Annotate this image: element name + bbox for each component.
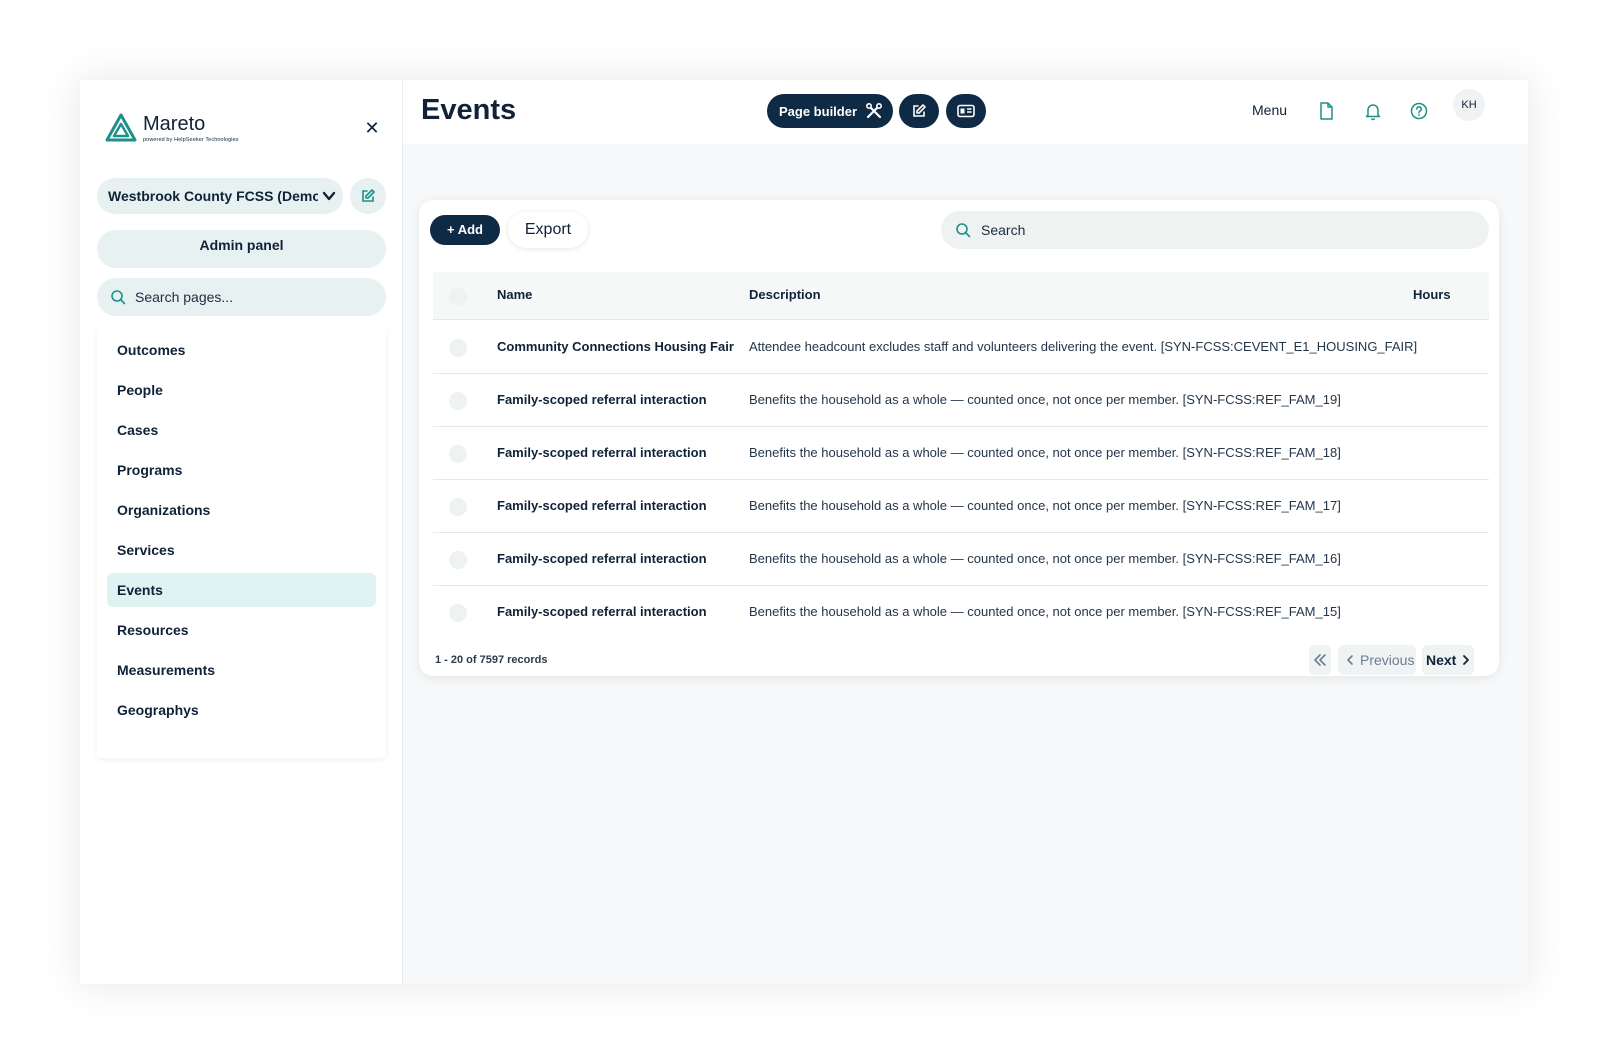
main-content: Events Page builder Menu KH + Add Export…	[403, 80, 1528, 984]
search-icon	[956, 223, 971, 238]
column-header-name[interactable]: Name	[497, 287, 532, 302]
previous-label: Previous	[1360, 652, 1415, 668]
chevron-down-icon	[322, 191, 336, 201]
page-title: Events	[421, 94, 517, 126]
row-checkbox[interactable]	[449, 498, 467, 516]
sidebar-item-outcomes[interactable]: Outcomes	[107, 333, 376, 367]
tools-icon	[865, 102, 883, 119]
table-row[interactable]: Family-scoped referral interaction Benef…	[433, 480, 1489, 533]
chevrons-left-icon	[1314, 654, 1326, 666]
next-label: Next	[1426, 652, 1457, 668]
table-row[interactable]: Family-scoped referral interaction Benef…	[433, 427, 1489, 480]
organization-select[interactable]: Westbrook County FCSS (Demor	[97, 178, 343, 214]
edit-icon	[913, 104, 926, 117]
edit-icon	[362, 189, 375, 202]
next-page-button[interactable]: Next	[1422, 645, 1474, 675]
brand[interactable]: Mareto powered by HelpSeeker Technologie…	[104, 112, 239, 144]
sidebar-item-resources[interactable]: Resources	[107, 613, 376, 647]
export-button[interactable]: Export	[508, 212, 588, 248]
organization-name: Westbrook County FCSS (Demor	[108, 188, 318, 204]
table-row[interactable]: Family-scoped referral interaction Benef…	[433, 586, 1489, 639]
row-checkbox[interactable]	[449, 445, 467, 463]
edit-page-button[interactable]	[899, 94, 939, 128]
column-header-hours[interactable]: Hours	[1413, 287, 1451, 302]
page-search	[97, 278, 386, 316]
chevron-right-icon	[1463, 655, 1470, 665]
records-count: 1 - 20 of 7597 records	[435, 654, 548, 666]
table-row[interactable]: Family-scoped referral interaction Benef…	[433, 374, 1489, 427]
first-page-button[interactable]	[1309, 645, 1331, 675]
sidebar-nav: Outcomes People Cases Programs Organizat…	[97, 326, 386, 758]
events-table-card: + Add Export Name Description Hours Comm…	[419, 200, 1499, 676]
row-description: Benefits the household as a whole — coun…	[749, 551, 1341, 566]
row-description: Benefits the household as a whole — coun…	[749, 392, 1341, 407]
sidebar-item-geographys[interactable]: Geographys	[107, 693, 376, 727]
admin-panel-button[interactable]: Admin panel	[97, 230, 386, 268]
page-search-input[interactable]	[135, 289, 375, 305]
sidebar-item-services[interactable]: Services	[107, 533, 376, 567]
sidebar-item-people[interactable]: People	[107, 373, 376, 407]
row-checkbox[interactable]	[449, 339, 467, 357]
sidebar-item-cases[interactable]: Cases	[107, 413, 376, 447]
row-description: Benefits the household as a whole — coun…	[749, 445, 1341, 460]
previous-page-button[interactable]: Previous	[1338, 645, 1416, 675]
bell-icon[interactable]	[1363, 101, 1383, 121]
help-icon[interactable]	[1409, 101, 1429, 121]
close-icon: ✕	[364, 118, 380, 138]
row-checkbox[interactable]	[449, 392, 467, 410]
app-window: Mareto powered by HelpSeeker Technologie…	[80, 80, 1528, 984]
row-description: Benefits the household as a whole — coun…	[749, 498, 1341, 513]
column-header-description[interactable]: Description	[749, 287, 821, 302]
row-checkbox[interactable]	[449, 551, 467, 569]
search-icon	[111, 290, 126, 305]
user-avatar[interactable]: KH	[1453, 89, 1485, 121]
page-builder-label: Page builder	[779, 103, 858, 119]
sidebar-item-programs[interactable]: Programs	[107, 453, 376, 487]
brand-tagline: powered by HelpSeeker Technologies	[143, 137, 239, 143]
menu-link[interactable]: Menu	[1252, 102, 1287, 118]
row-name: Community Connections Housing Fair	[497, 339, 734, 354]
mareto-logo-icon	[105, 113, 137, 142]
brand-name: Mareto	[143, 113, 206, 135]
table-row[interactable]: Family-scoped referral interaction Benef…	[433, 533, 1489, 586]
page-builder-button[interactable]: Page builder	[767, 94, 893, 128]
row-description: Benefits the household as a whole — coun…	[749, 604, 1341, 619]
table-header: Name Description Hours	[433, 272, 1489, 320]
table-row[interactable]: Community Connections Housing Fair Atten…	[433, 321, 1489, 374]
table-search-input[interactable]	[981, 222, 1481, 238]
chevron-left-icon	[1347, 655, 1353, 665]
select-all-checkbox[interactable]	[449, 288, 467, 306]
id-card-icon	[957, 104, 975, 118]
row-name: Family-scoped referral interaction	[497, 551, 707, 566]
sidebar-item-organizations[interactable]: Organizations	[107, 493, 376, 527]
row-checkbox[interactable]	[449, 604, 467, 622]
row-name: Family-scoped referral interaction	[497, 392, 707, 407]
document-icon[interactable]	[1316, 101, 1336, 121]
close-sidebar-button[interactable]: ✕	[362, 118, 382, 138]
top-bar: Events Page builder Menu KH	[403, 80, 1528, 144]
row-name: Family-scoped referral interaction	[497, 498, 707, 513]
edit-organization-button[interactable]	[350, 178, 386, 214]
row-description: Attendee headcount excludes staff and vo…	[749, 339, 1418, 354]
table-body: Community Connections Housing Fair Atten…	[433, 321, 1489, 639]
table-search	[941, 211, 1489, 249]
sidebar-item-events[interactable]: Events	[107, 573, 376, 607]
id-card-button[interactable]	[946, 94, 986, 128]
sidebar: Mareto powered by HelpSeeker Technologie…	[80, 80, 403, 984]
sidebar-item-measurements[interactable]: Measurements	[107, 653, 376, 687]
row-name: Family-scoped referral interaction	[497, 445, 707, 460]
row-name: Family-scoped referral interaction	[497, 604, 707, 619]
add-button[interactable]: + Add	[430, 215, 500, 245]
